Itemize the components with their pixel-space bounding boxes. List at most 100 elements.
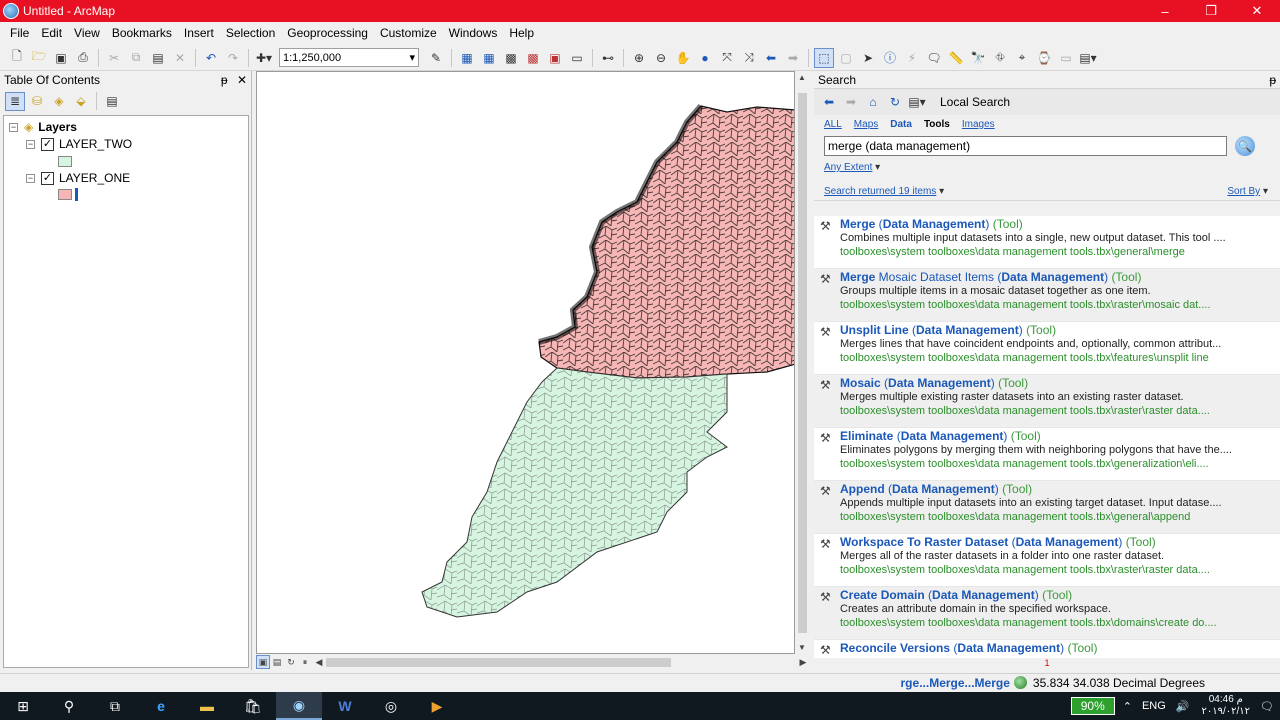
result-title[interactable]: Merge Mosaic Dataset Items (Data Managem… xyxy=(840,270,1280,284)
toc-window-icon[interactable]: ▦ xyxy=(479,48,499,68)
vertical-scroll-thumb[interactable] xyxy=(798,93,807,633)
search-window-icon[interactable]: ▩ xyxy=(523,48,543,68)
tab-all[interactable]: ALL xyxy=(824,119,842,130)
back-icon[interactable]: ⬅ xyxy=(819,92,839,112)
battery-indicator[interactable]: 90% xyxy=(1070,697,1115,715)
search-result-item[interactable]: ⚒ Merge Mosaic Dataset Items (Data Manage… xyxy=(814,269,1280,322)
time-slider-icon[interactable]: ⌚ xyxy=(1034,48,1054,68)
taskbar-clock[interactable]: 04:46 م ٢٠١٩/٠٢/١٢ xyxy=(1202,694,1251,718)
catalog-window-icon[interactable]: ▩ xyxy=(501,48,521,68)
menu-view[interactable]: View xyxy=(68,22,106,45)
search-options-icon[interactable]: ▤▾ xyxy=(907,92,927,112)
language-indicator[interactable]: ENG xyxy=(1142,700,1166,712)
menu-help[interactable]: Help xyxy=(503,22,540,45)
arcmap-taskbar-icon[interactable]: ◉ xyxy=(276,692,322,720)
list-by-selection-icon[interactable]: ⬙ xyxy=(71,92,91,111)
map-vertical-scrollbar[interactable]: ▲ ▼ xyxy=(795,71,810,654)
select-features-icon[interactable]: ⬚ xyxy=(814,47,834,68)
word-icon[interactable]: W xyxy=(322,692,368,720)
python-window-icon[interactable]: ▭ xyxy=(567,48,587,68)
layers-root-row[interactable]: − ◈ Layers xyxy=(9,120,77,134)
find-route-icon[interactable]: ⛗ xyxy=(990,48,1010,68)
scroll-right-icon[interactable]: ▶ xyxy=(796,655,810,669)
go-to-xy-icon[interactable]: ⌖ xyxy=(1012,48,1032,68)
layer-row-layer-two[interactable]: − ✓ LAYER_TWO xyxy=(26,137,132,151)
undo-icon[interactable]: ↶ xyxy=(201,48,221,68)
editor-toolbar-icon[interactable]: ▦ xyxy=(457,48,477,68)
paste-icon[interactable]: ▤ xyxy=(148,48,168,68)
result-path[interactable]: toolboxes\system toolboxes\data manageme… xyxy=(840,245,1278,259)
new-document-icon[interactable]: 🗋 xyxy=(7,48,27,68)
tab-images[interactable]: Images xyxy=(962,119,995,130)
fixed-zoom-out-icon[interactable]: ⤨ xyxy=(739,48,759,68)
collapse-icon[interactable]: − xyxy=(26,173,35,183)
layer-one-symbol-swatch[interactable] xyxy=(58,189,72,200)
search-result-item[interactable]: ⚒ Reconcile Versions (Data Management) (T… xyxy=(814,640,1280,658)
refresh-icon[interactable]: ↻ xyxy=(284,655,298,669)
pause-drawing-icon[interactable]: ⏸ xyxy=(298,655,312,669)
search-result-item[interactable]: ⚒ Append (Data Management) (Tool) Appends … xyxy=(814,481,1280,534)
scroll-down-icon[interactable]: ▼ xyxy=(798,643,806,652)
sort-by-link[interactable]: Sort By xyxy=(1227,186,1260,197)
print-icon[interactable]: ⎙ xyxy=(73,48,93,68)
pin-icon[interactable]: ᵽ xyxy=(221,73,228,87)
layer-one-visibility-checkbox[interactable]: ✓ xyxy=(41,171,54,185)
save-icon[interactable]: ▣ xyxy=(51,48,71,68)
redo-icon[interactable]: ↷ xyxy=(223,48,243,68)
list-by-visibility-icon[interactable]: ◈ xyxy=(49,92,69,111)
result-title[interactable]: Reconcile Versions (Data Management) (To… xyxy=(840,641,1280,655)
result-title[interactable]: Create Domain (Data Management) (Tool) xyxy=(840,588,1280,602)
search-go-icon[interactable]: 🔍 xyxy=(1235,136,1255,156)
forward-extent-icon[interactable]: ➡ xyxy=(783,48,803,68)
local-search-label[interactable]: Local Search xyxy=(936,92,1256,112)
result-title[interactable]: Eliminate (Data Management) (Tool) xyxy=(840,429,1280,443)
data-view-icon[interactable]: ▣ xyxy=(256,655,270,669)
search-result-item[interactable]: ⚒ Unsplit Line (Data Management) (Tool) Me… xyxy=(814,322,1280,375)
result-path[interactable]: toolboxes\system toolboxes\data manageme… xyxy=(840,404,1278,418)
map-view[interactable] xyxy=(256,71,795,654)
menu-insert[interactable]: Insert xyxy=(178,22,220,45)
menu-geoprocessing[interactable]: Geoprocessing xyxy=(281,22,374,45)
result-path[interactable]: toolboxes\system toolboxes\data manageme… xyxy=(840,563,1278,577)
file-explorer-icon[interactable]: ▬ xyxy=(184,692,230,720)
horizontal-scroll-track[interactable] xyxy=(326,655,796,669)
full-extent-icon[interactable]: ● xyxy=(695,48,715,68)
obs-icon[interactable]: ◎ xyxy=(368,692,414,720)
pin-icon[interactable]: ᵽ xyxy=(1269,73,1276,87)
result-title[interactable]: Append (Data Management) (Tool) xyxy=(840,482,1280,496)
search-returned-link[interactable]: Search returned 19 items xyxy=(824,186,936,197)
delete-icon[interactable]: ✕ xyxy=(170,48,190,68)
layer-two-label[interactable]: LAYER_TWO xyxy=(59,137,132,151)
clear-selection-icon[interactable]: ▢ xyxy=(836,48,856,68)
find-icon[interactable]: 🔭 xyxy=(968,48,988,68)
home-icon[interactable]: ⌂ xyxy=(863,92,883,112)
layer-row-layer-one[interactable]: − ✓ LAYER_ONE xyxy=(26,171,130,185)
collapse-icon[interactable]: − xyxy=(26,139,35,149)
hyperlink-icon[interactable]: ⚡ xyxy=(902,48,922,68)
scroll-up-icon[interactable]: ▲ xyxy=(798,73,806,82)
layer-one-label[interactable]: LAYER_ONE xyxy=(59,171,130,185)
editor-icon[interactable]: ✎ xyxy=(426,48,446,68)
tab-maps[interactable]: Maps xyxy=(854,119,878,130)
result-path[interactable]: toolboxes\system toolboxes\data manageme… xyxy=(840,510,1278,524)
tab-tools[interactable]: Tools xyxy=(924,119,950,130)
result-path[interactable]: toolboxes\system toolboxes\data manageme… xyxy=(840,457,1278,471)
search-result-item[interactable]: ⚒ Merge (Data Management) (Tool) Combines … xyxy=(814,216,1280,269)
volume-icon[interactable]: 🔊 xyxy=(1176,700,1190,713)
menu-edit[interactable]: Edit xyxy=(35,22,68,45)
result-path[interactable]: toolboxes\system toolboxes\data manageme… xyxy=(840,351,1278,365)
create-viewer-icon[interactable]: ▭ xyxy=(1056,48,1076,68)
search-result-item[interactable]: ⚒ Workspace To Raster Dataset (Data Manag… xyxy=(814,534,1280,587)
menu-selection[interactable]: Selection xyxy=(220,22,281,45)
copy-icon[interactable]: ⧉ xyxy=(126,48,146,68)
pan-icon[interactable]: ✋ xyxy=(673,48,693,68)
media-player-icon[interactable]: ▶ xyxy=(414,692,460,720)
any-extent-link[interactable]: Any Extent xyxy=(824,162,872,173)
taskbar-search-icon[interactable]: ⚲ xyxy=(46,692,92,720)
refresh-icon[interactable]: ↻ xyxy=(885,92,905,112)
search-input[interactable]: merge (data management) xyxy=(824,136,1227,156)
result-title[interactable]: Mosaic (Data Management) (Tool) xyxy=(840,376,1280,390)
horizontal-scroll-thumb[interactable] xyxy=(326,658,671,667)
result-title[interactable]: Workspace To Raster Dataset (Data Manage… xyxy=(840,535,1280,549)
minimize-button[interactable]: – xyxy=(1142,0,1188,22)
